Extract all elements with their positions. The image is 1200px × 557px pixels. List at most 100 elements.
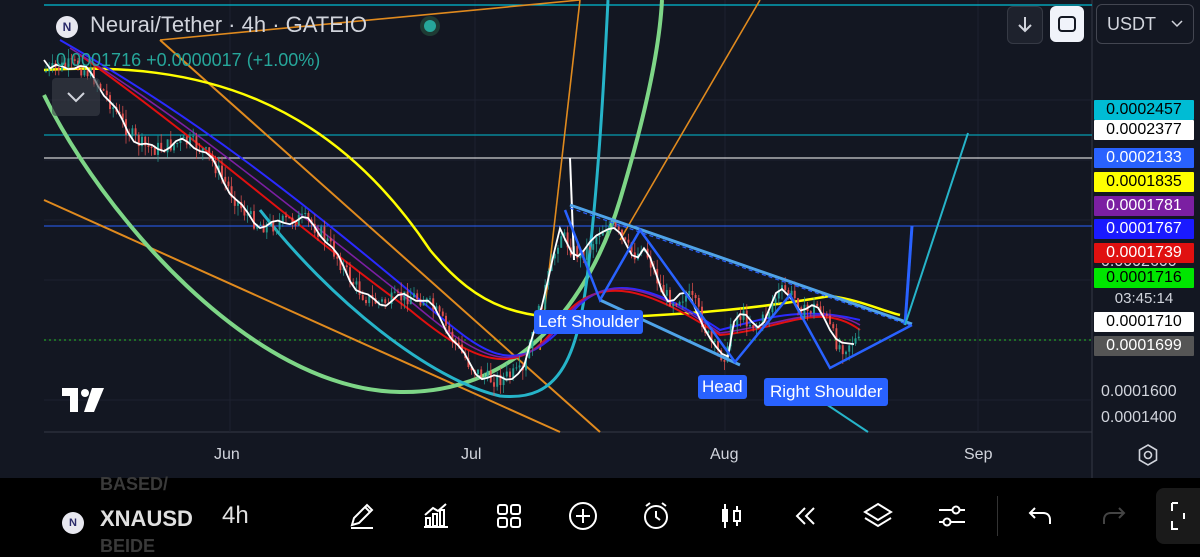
- candle-body: [678, 301, 681, 305]
- candle-body: [249, 211, 252, 215]
- fullscreen-toggle-icon[interactable]: [1156, 488, 1200, 544]
- price-tag: 0.0001781: [1094, 196, 1194, 216]
- candle-body: [848, 345, 851, 352]
- candle-body: [294, 223, 297, 226]
- candle-body: [841, 345, 844, 355]
- symbol-list-prev[interactable]: BASED/: [100, 474, 168, 495]
- add-icon[interactable]: [565, 498, 601, 534]
- candle-body: [816, 303, 819, 307]
- price-tag: 0.0001716: [1094, 268, 1194, 288]
- candle-body: [672, 303, 675, 307]
- candle-body: [345, 265, 348, 268]
- layers-icon[interactable]: [860, 498, 896, 534]
- candle-body: [518, 365, 521, 368]
- price-tick-label: 0.0001600: [1101, 383, 1177, 400]
- bottom-toolbar: BASED/ N XNAUSD BEIDE 4h: [0, 474, 1200, 556]
- annotation-right-shoulder[interactable]: Right Shoulder: [764, 378, 889, 406]
- candle-body: [592, 244, 595, 250]
- candle-body: [105, 90, 108, 96]
- chart-settings-button[interactable]: [1136, 443, 1160, 467]
- interval-button[interactable]: 4h: [222, 502, 249, 530]
- candle-body: [406, 291, 409, 305]
- settings-hex-icon: [1138, 444, 1158, 466]
- candle-body: [438, 306, 441, 312]
- candle-body: [829, 315, 831, 325]
- candle-body: [445, 315, 447, 326]
- logo-letter: N: [62, 20, 72, 34]
- redo-icon[interactable]: [1096, 498, 1132, 534]
- candle-body: [224, 176, 227, 182]
- tradingview-logo-icon: [60, 386, 108, 419]
- candle-body: [809, 311, 812, 314]
- symbol-title[interactable]: Neurai/Tether · 4h · GATEIO: [90, 12, 367, 38]
- candle-body: [665, 289, 668, 296]
- candle-body: [281, 215, 284, 223]
- candle-body: [131, 128, 134, 136]
- candle-body: [589, 246, 591, 250]
- candle-body: [259, 224, 262, 226]
- candle-body: [192, 136, 195, 138]
- candle-body: [723, 360, 726, 362]
- candle-body: [83, 70, 86, 76]
- fullscreen-icon: [1058, 16, 1076, 32]
- candle-body: [150, 146, 153, 148]
- pen-icon[interactable]: [344, 498, 380, 534]
- scroll-to-latest-button[interactable]: [1007, 6, 1043, 44]
- candle-body: [304, 213, 307, 215]
- price-tag: 0.0002133: [1094, 148, 1194, 168]
- annotation-left-shoulder[interactable]: Left Shoulder: [534, 310, 644, 334]
- candle-body: [326, 238, 329, 242]
- candle-body: [477, 369, 479, 375]
- candle-body: [397, 291, 399, 293]
- currency-select[interactable]: USDT: [1096, 4, 1194, 44]
- candle-body: [493, 382, 495, 387]
- fullscreen-button[interactable]: [1050, 6, 1084, 42]
- candle-body: [275, 229, 278, 232]
- candle-body: [400, 291, 403, 301]
- candle-body: [403, 291, 406, 301]
- candle-body: [681, 301, 684, 303]
- candle-body: [278, 222, 281, 230]
- candle-body: [176, 143, 179, 145]
- price-tag: 0.0001710: [1094, 312, 1194, 332]
- candle-body: [166, 139, 169, 153]
- candle-body: [784, 285, 787, 291]
- candle-body: [774, 298, 777, 303]
- toolbar-symbol[interactable]: XNAUSD: [100, 506, 193, 532]
- candle-body: [691, 290, 694, 295]
- indicators-icon[interactable]: [417, 498, 453, 534]
- candle-body: [441, 311, 444, 316]
- time-label-jul: Jul: [461, 446, 482, 463]
- settings-sliders-icon[interactable]: [934, 498, 970, 534]
- candle-body: [854, 338, 857, 344]
- alert-icon[interactable]: [638, 498, 674, 534]
- fan-line: [43, 199, 561, 433]
- candle-body: [845, 351, 847, 355]
- price-tick-label: 0.0001400: [1101, 409, 1177, 426]
- candle-body: [624, 237, 627, 240]
- candle-body: [697, 298, 700, 307]
- chevron-down-icon: [1171, 20, 1183, 28]
- candle-body: [361, 294, 364, 300]
- target-line-cyan: [904, 132, 969, 326]
- replay-icon[interactable]: [786, 498, 822, 534]
- candle-body: [195, 136, 198, 150]
- chart-area[interactable]: N Neurai/Tether · 4h · GATEIO 0.0001716 …: [0, 0, 1200, 478]
- candle-body: [381, 299, 383, 302]
- candle-body: [416, 293, 419, 300]
- candle-body: [713, 341, 716, 343]
- candle-body: [512, 368, 515, 378]
- toolbar-symbol-logo-icon: N: [62, 512, 84, 534]
- candle-body: [285, 215, 287, 218]
- price-plot[interactable]: [0, 0, 1200, 478]
- market-status-icon[interactable]: [420, 16, 440, 36]
- price-axis-bg: [1092, 0, 1200, 478]
- undo-icon[interactable]: [1022, 498, 1058, 534]
- chevron-down-icon: [67, 92, 85, 103]
- candle-body: [365, 299, 367, 304]
- candle-type-icon[interactable]: [713, 498, 749, 534]
- currency-label: USDT: [1107, 13, 1156, 34]
- annotation-head[interactable]: Head: [698, 375, 747, 399]
- layouts-icon[interactable]: [491, 498, 527, 534]
- collapse-legend-button[interactable]: [52, 78, 100, 116]
